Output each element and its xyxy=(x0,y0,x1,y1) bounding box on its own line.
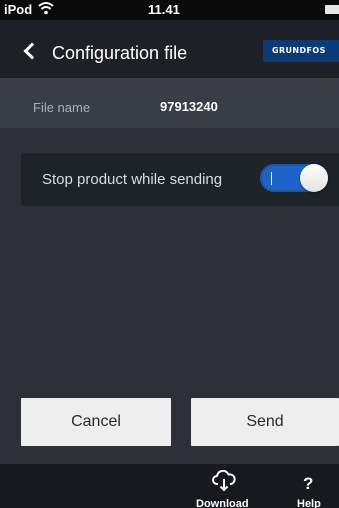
cancel-button[interactable]: Cancel xyxy=(21,398,171,446)
file-name-value: 97913240 xyxy=(160,99,218,114)
stop-product-label: Stop product while sending xyxy=(42,171,223,188)
page-title: Configuration file xyxy=(52,43,188,63)
toggle-on-indicator xyxy=(271,172,272,185)
bottom-toolbar xyxy=(0,464,339,508)
status-bar: iPod 11.41 xyxy=(0,0,339,20)
app-screen: iPod 11.41 Configuration file GRUNDFOS F… xyxy=(0,0,339,508)
wifi-icon xyxy=(38,1,54,18)
question-mark-icon[interactable]: ? xyxy=(303,474,313,494)
clock: 11.41 xyxy=(148,2,180,17)
send-button[interactable]: Send xyxy=(191,398,339,446)
help-label[interactable]: Help xyxy=(297,498,321,508)
grundfos-logo: GRUNDFOS xyxy=(263,40,339,62)
battery-icon xyxy=(325,5,339,14)
cloud-download-icon[interactable] xyxy=(212,469,236,492)
carrier-label: iPod xyxy=(4,2,33,17)
toggle-knob[interactable] xyxy=(300,164,328,192)
file-name-label: File name xyxy=(33,100,91,115)
download-label[interactable]: Download xyxy=(196,498,249,508)
